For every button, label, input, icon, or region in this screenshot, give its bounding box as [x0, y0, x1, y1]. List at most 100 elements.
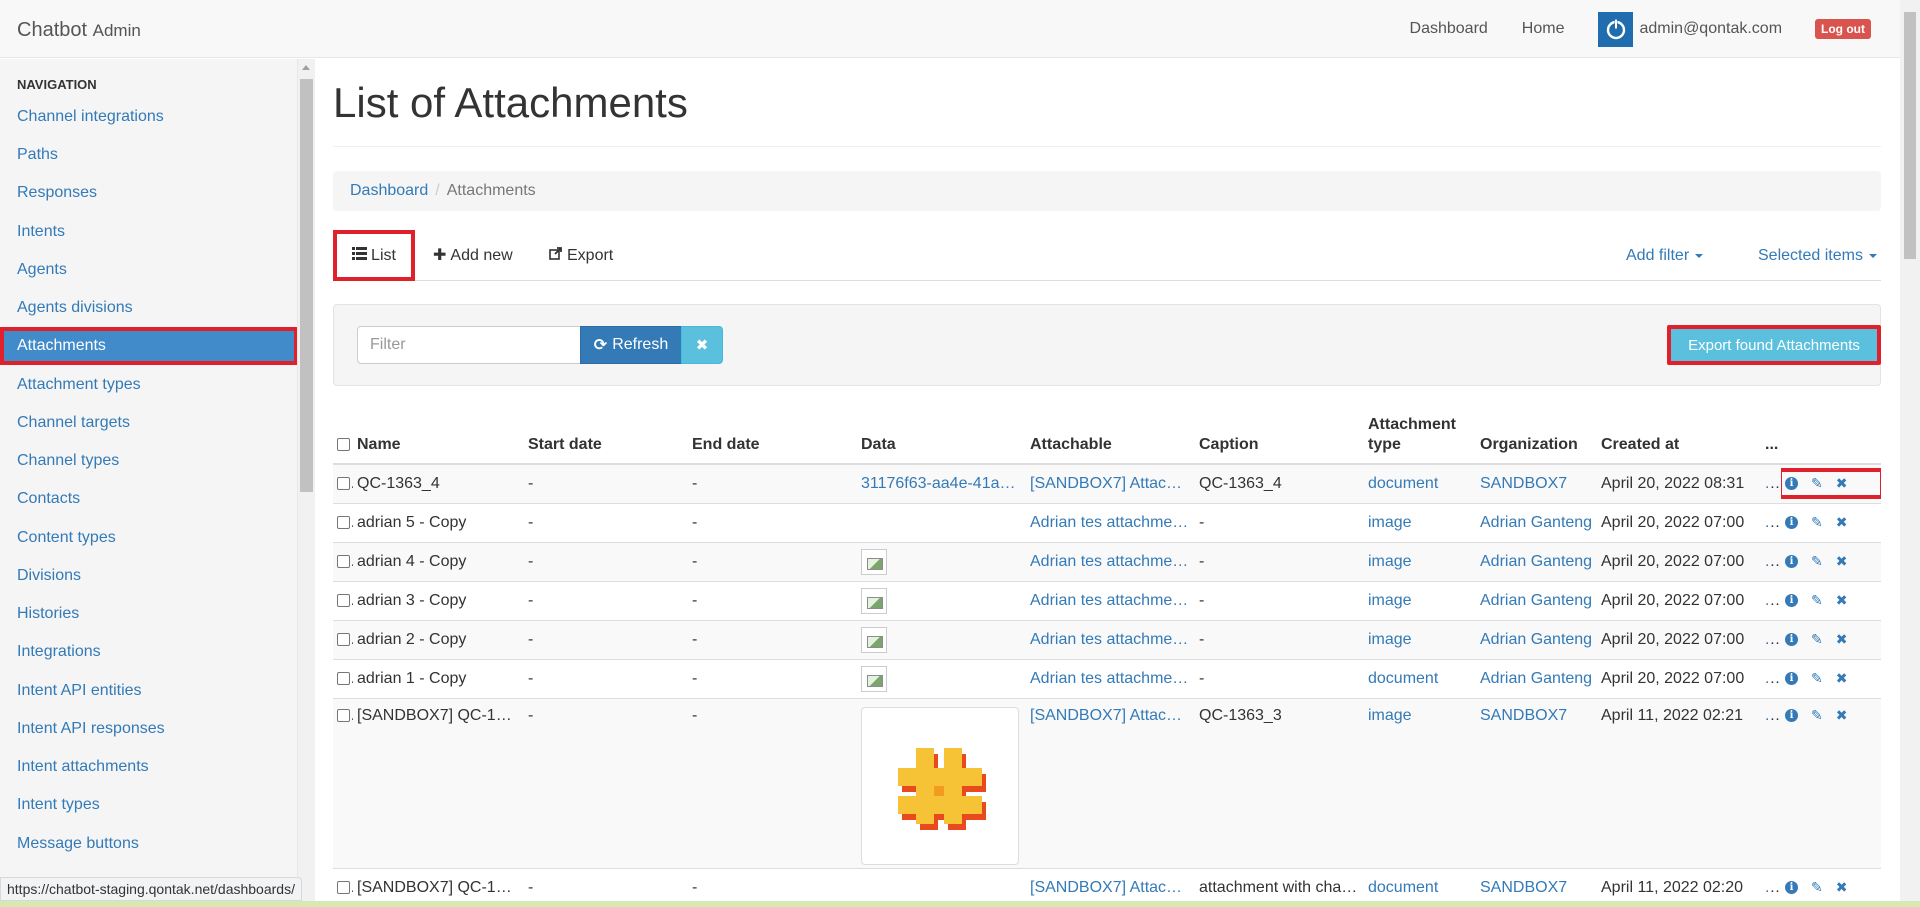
delete-icon[interactable]: ✖: [1836, 707, 1848, 724]
column-header-created-at[interactable]: Created at: [1597, 409, 1761, 465]
delete-icon[interactable]: ✖: [1836, 592, 1848, 609]
tab-export[interactable]: Export: [549, 230, 613, 281]
cell-data-link[interactable]: 31176f63-aa4e-41a…: [861, 475, 1016, 492]
cell-more[interactable]: ...: [1765, 475, 1781, 492]
row-checkbox[interactable]: [337, 554, 350, 568]
cell-org-link[interactable]: Adrian Ganteng: [1480, 631, 1592, 648]
cell-more[interactable]: ...: [1765, 592, 1781, 609]
pencil-icon[interactable]: ✎: [1811, 514, 1823, 531]
cell-type-link[interactable]: image: [1368, 707, 1412, 724]
cell-attachable-link[interactable]: Adrian tes attachme…: [1030, 553, 1188, 570]
sidebar-item-intent-types[interactable]: Intent types: [0, 786, 297, 824]
row-checkbox[interactable]: [337, 881, 350, 895]
sidebar-scrollbar[interactable]: [298, 59, 315, 907]
cell-org-link[interactable]: Adrian Ganteng: [1480, 670, 1592, 687]
tab-add-new[interactable]: ✚ Add new: [433, 230, 513, 281]
cell-more[interactable]: ...: [1765, 631, 1781, 648]
filter-input[interactable]: [357, 326, 581, 364]
cell-type-link[interactable]: document: [1368, 670, 1438, 687]
sidebar-item-divisions[interactable]: Divisions: [0, 557, 297, 595]
cell-attachable-link[interactable]: Adrian tes attachme…: [1030, 631, 1188, 648]
row-checkbox[interactable]: [337, 477, 350, 491]
cell-org-link[interactable]: Adrian Ganteng: [1480, 514, 1592, 531]
cell-attachable-link[interactable]: [SANDBOX7] Attac…: [1030, 879, 1182, 896]
cell-type-link[interactable]: image: [1368, 514, 1412, 531]
page-scrollbar[interactable]: [1900, 0, 1920, 907]
selected-items-dropdown[interactable]: Selected items: [1758, 230, 1877, 281]
logout-button[interactable]: Log out: [1815, 19, 1871, 39]
sidebar-item-attachments[interactable]: Attachments: [0, 327, 297, 365]
info-icon[interactable]: i: [1785, 555, 1798, 568]
sidebar-item-channel-integrations[interactable]: Channel integrations: [0, 98, 297, 136]
page-scroll-thumb[interactable]: [1904, 12, 1916, 259]
pencil-icon[interactable]: ✎: [1811, 553, 1823, 570]
column-header-start-date[interactable]: Start date: [524, 409, 688, 465]
cell-attachable-link[interactable]: Adrian tes attachme…: [1030, 670, 1188, 687]
brand[interactable]: Chatbot Admin: [17, 19, 141, 42]
cell-attachable-link[interactable]: [SANDBOX7] Attac…: [1030, 707, 1182, 724]
table-row[interactable]: adrian 4 - Copy - - Adrian tes attachme……: [333, 541, 1881, 581]
cell-attachable-link[interactable]: [SANDBOX7] Attac…: [1030, 475, 1182, 492]
cell-org-link[interactable]: Adrian Ganteng: [1480, 592, 1592, 609]
cell-more[interactable]: ...: [1765, 879, 1781, 896]
info-icon[interactable]: i: [1785, 477, 1798, 491]
clear-filter-button[interactable]: ✖: [681, 326, 723, 364]
sidebar-item-integrations[interactable]: Integrations: [0, 633, 297, 671]
row-checkbox[interactable]: [337, 593, 350, 607]
cell-type-link[interactable]: document: [1368, 475, 1438, 492]
broken-image-icon[interactable]: [861, 587, 887, 614]
refresh-button[interactable]: ⟳ Refresh: [580, 326, 682, 364]
export-found-button[interactable]: Export found Attachments: [1667, 325, 1881, 365]
cell-type-link[interactable]: document: [1368, 879, 1438, 896]
delete-icon[interactable]: ✖: [1836, 631, 1848, 648]
sidebar-scroll-thumb[interactable]: [300, 79, 313, 492]
sidebar-item-channel-types[interactable]: Channel types: [0, 442, 297, 480]
delete-icon[interactable]: ✖: [1836, 475, 1848, 492]
table-row[interactable]: adrian 5 - Copy - - Adrian tes attachme……: [333, 502, 1881, 542]
column-header-caption[interactable]: Caption: [1195, 409, 1364, 465]
broken-image-icon[interactable]: [861, 665, 887, 692]
row-checkbox[interactable]: [337, 708, 350, 722]
broken-image-icon[interactable]: [861, 626, 887, 653]
pencil-icon[interactable]: ✎: [1811, 631, 1823, 648]
sidebar-item-message-buttons[interactable]: Message buttons: [0, 825, 297, 863]
info-icon[interactable]: i: [1785, 881, 1798, 895]
column-header-name[interactable]: Name: [353, 409, 524, 465]
sidebar-item-intent-api-responses[interactable]: Intent API responses: [0, 710, 297, 748]
cell-org-link[interactable]: SANDBOX7: [1480, 707, 1567, 724]
sidebar-item-responses[interactable]: Responses: [0, 174, 297, 212]
table-row[interactable]: adrian 1 - Copy - - Adrian tes attachme……: [333, 658, 1881, 698]
user-email[interactable]: admin@qontak.com: [1639, 20, 1782, 38]
cell-org-link[interactable]: SANDBOX7: [1480, 879, 1567, 896]
cell-more[interactable]: ...: [1765, 553, 1781, 570]
cell-type-link[interactable]: image: [1368, 631, 1412, 648]
column-header-end-date[interactable]: End date: [688, 409, 857, 465]
nav-home-link[interactable]: Home: [1522, 20, 1565, 38]
cell-more[interactable]: ...: [1765, 707, 1781, 724]
add-filter-dropdown[interactable]: Add filter: [1626, 230, 1704, 281]
sidebar-item-histories[interactable]: Histories: [0, 595, 297, 633]
delete-icon[interactable]: ✖: [1836, 553, 1848, 570]
info-icon[interactable]: i: [1785, 708, 1798, 722]
broken-image-icon[interactable]: [861, 548, 887, 575]
delete-icon[interactable]: ✖: [1836, 879, 1848, 896]
sidebar-item-contacts[interactable]: Contacts: [0, 480, 297, 518]
sidebar-item-intent-attachments[interactable]: Intent attachments: [0, 748, 297, 786]
sidebar-item-intent-api-entities[interactable]: Intent API entities: [0, 672, 297, 710]
cell-org-link[interactable]: Adrian Ganteng: [1480, 553, 1592, 570]
cell-type-link[interactable]: image: [1368, 592, 1412, 609]
sidebar-item-intents[interactable]: Intents: [0, 213, 297, 251]
sidebar-item-content-types[interactable]: Content types: [0, 519, 297, 557]
row-checkbox[interactable]: [337, 515, 350, 529]
pencil-icon[interactable]: ✎: [1811, 592, 1823, 609]
table-row[interactable]: QC-1363_4 - - 31176f63-aa4e-41a… [SANDBO…: [333, 463, 1881, 503]
select-all-checkbox[interactable]: [337, 438, 350, 452]
cell-attachable-link[interactable]: Adrian tes attachme…: [1030, 592, 1188, 609]
attachment-thumbnail[interactable]: [861, 706, 1019, 865]
table-row[interactable]: adrian 3 - Copy - - Adrian tes attachme……: [333, 580, 1881, 620]
sidebar-item-channel-targets[interactable]: Channel targets: [0, 404, 297, 442]
pencil-icon[interactable]: ✎: [1811, 707, 1823, 724]
sidebar-item-attachment-types[interactable]: Attachment types: [0, 366, 297, 404]
sidebar-item-paths[interactable]: Paths: [0, 136, 297, 174]
cell-more[interactable]: ...: [1765, 670, 1781, 687]
